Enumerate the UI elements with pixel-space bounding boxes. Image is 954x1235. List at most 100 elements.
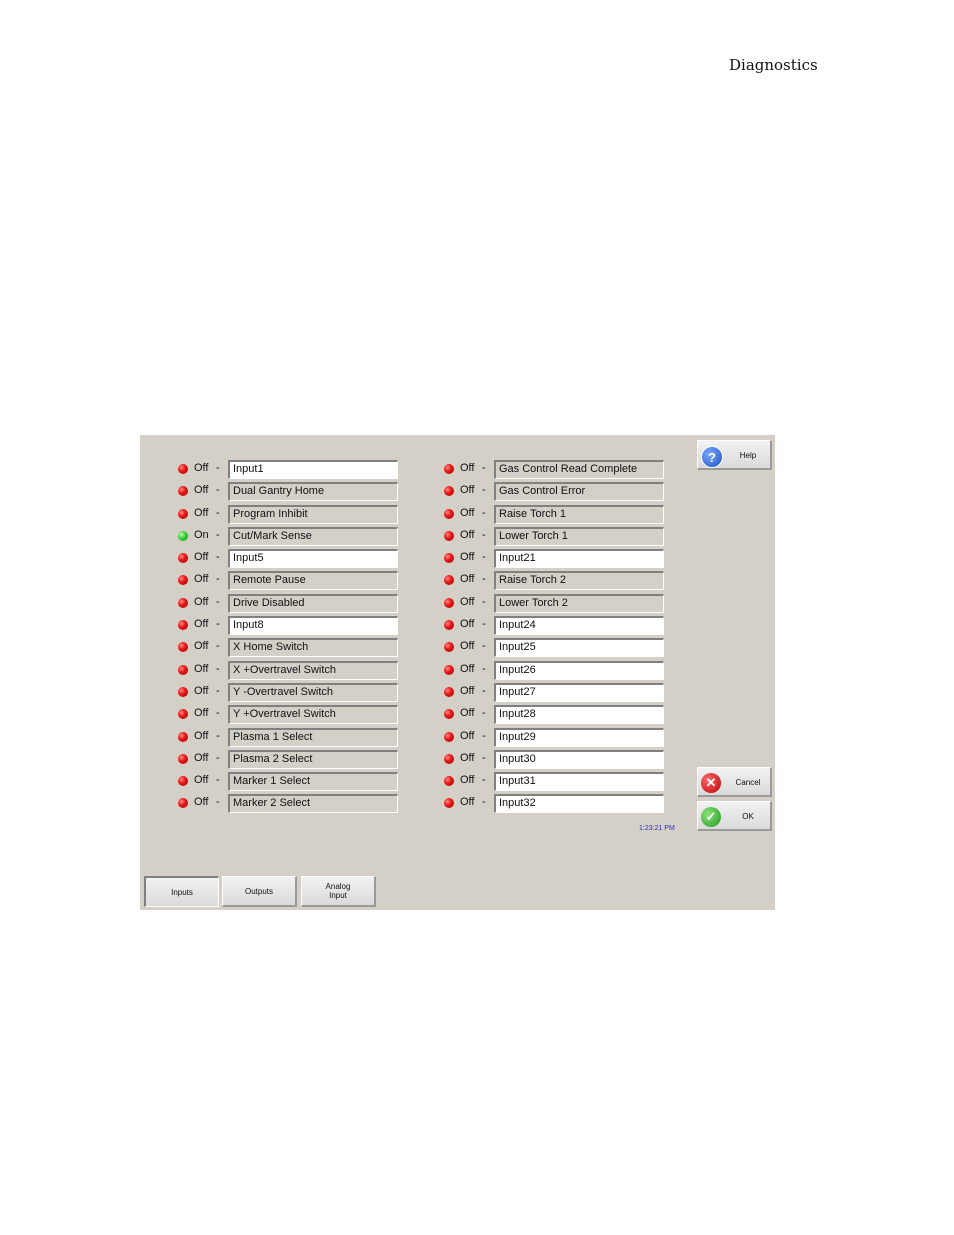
input-state: Off bbox=[194, 774, 209, 787]
input-state: Off bbox=[460, 729, 475, 742]
tab-inputs[interactable]: Inputs bbox=[144, 876, 219, 907]
separator-dash: - bbox=[216, 528, 220, 541]
input-name-readonly: Y -Overtravel Switch bbox=[228, 682, 398, 702]
tab-inputs-label: Inputs bbox=[171, 887, 193, 897]
separator-dash: - bbox=[216, 462, 220, 474]
input-name-field[interactable]: Input24 bbox=[494, 616, 664, 636]
input-state: Off bbox=[194, 684, 209, 697]
cancel-button[interactable]: ✕ Cancel bbox=[697, 767, 772, 797]
tab-outputs-label: Outputs bbox=[244, 886, 273, 896]
help-button[interactable]: ? Help bbox=[697, 440, 772, 470]
input-name-field[interactable]: Input32 bbox=[494, 794, 664, 814]
status-led-icon bbox=[444, 731, 454, 742]
status-led-icon bbox=[178, 530, 188, 541]
input-row: Off - Input24 bbox=[442, 615, 682, 637]
separator-dash: - bbox=[216, 551, 220, 564]
input-name-readonly: Dual Gantry Home bbox=[228, 482, 398, 502]
input-row: Off - Input31 bbox=[442, 771, 682, 793]
status-led-icon bbox=[444, 776, 454, 787]
input-state: Off bbox=[460, 796, 475, 809]
input-state: Off bbox=[460, 751, 475, 764]
input-name-readonly: X +Overtravel Switch bbox=[228, 660, 398, 680]
input-state: Off bbox=[460, 595, 475, 608]
status-led-icon bbox=[178, 709, 188, 720]
input-row: Off - X +Overtravel Switch bbox=[176, 660, 416, 682]
input-row: Off - Lower Torch 2 bbox=[442, 593, 682, 615]
separator-dash: - bbox=[482, 751, 486, 764]
status-led-icon bbox=[178, 508, 188, 519]
status-led-icon bbox=[444, 464, 454, 474]
separator-dash: - bbox=[482, 506, 486, 519]
input-name-field[interactable]: Input21 bbox=[494, 549, 664, 569]
separator-dash: - bbox=[482, 462, 486, 474]
status-led-icon bbox=[444, 798, 454, 809]
input-state: Off bbox=[460, 618, 475, 631]
status-led-icon bbox=[444, 753, 454, 764]
input-state: Off bbox=[460, 640, 475, 653]
input-row: Off - Plasma 2 Select bbox=[176, 749, 416, 771]
input-row: Off - Gas Control Error bbox=[442, 481, 682, 503]
status-led-icon bbox=[178, 553, 188, 564]
input-name-readonly: Plasma 1 Select bbox=[228, 727, 398, 747]
input-row: Off - Marker 2 Select bbox=[176, 793, 416, 815]
separator-dash: - bbox=[482, 484, 486, 497]
input-state: Off bbox=[460, 528, 475, 541]
separator-dash: - bbox=[216, 662, 220, 675]
input-name-readonly: Plasma 2 Select bbox=[228, 749, 398, 769]
separator-dash: - bbox=[482, 618, 486, 631]
input-name-field[interactable]: Input25 bbox=[494, 638, 664, 658]
separator-dash: - bbox=[216, 506, 220, 519]
input-name-readonly: X Home Switch bbox=[228, 638, 398, 658]
ok-button[interactable]: ✓ OK bbox=[697, 801, 772, 831]
input-state: Off bbox=[194, 484, 209, 497]
input-state: Off bbox=[460, 573, 475, 586]
input-state: Off bbox=[460, 684, 475, 697]
input-name-field[interactable]: Input29 bbox=[494, 727, 664, 747]
input-name-readonly: Cut/Mark Sense bbox=[228, 526, 398, 546]
input-name-readonly: Drive Disabled bbox=[228, 593, 398, 613]
input-state: Off bbox=[194, 506, 209, 519]
input-name-field[interactable]: Input1 bbox=[228, 460, 398, 479]
input-row: Off - Input25 bbox=[442, 637, 682, 659]
status-led-icon bbox=[178, 575, 188, 586]
input-row: Off - Input32 bbox=[442, 793, 682, 815]
status-led-icon bbox=[444, 664, 454, 675]
input-name-field[interactable]: Input26 bbox=[494, 660, 664, 680]
input-row: Off - Input30 bbox=[442, 749, 682, 771]
status-led-icon bbox=[444, 508, 454, 519]
input-column-right: Off - Gas Control Read Complete Off - Gas Con… bbox=[442, 459, 682, 816]
input-state: Off bbox=[460, 462, 475, 474]
input-name-readonly: Raise Torch 1 bbox=[494, 504, 664, 524]
status-led-icon bbox=[178, 731, 188, 742]
status-led-icon bbox=[178, 664, 188, 675]
separator-dash: - bbox=[216, 751, 220, 764]
input-row: Off - Input28 bbox=[442, 704, 682, 726]
input-row: Off - Input26 bbox=[442, 660, 682, 682]
status-led-icon bbox=[444, 686, 454, 697]
input-state: Off bbox=[460, 506, 475, 519]
clock-time: 1:23:21 PM bbox=[639, 825, 675, 832]
input-name-readonly: Marker 1 Select bbox=[228, 772, 398, 792]
separator-dash: - bbox=[482, 551, 486, 564]
input-name-field[interactable]: Input31 bbox=[494, 772, 664, 792]
input-name-field[interactable]: Input8 bbox=[228, 616, 398, 636]
separator-dash: - bbox=[482, 684, 486, 697]
separator-dash: - bbox=[216, 618, 220, 631]
input-row: Off - Input29 bbox=[442, 727, 682, 749]
status-led-icon bbox=[444, 486, 454, 497]
input-name-readonly: Program Inhibit bbox=[228, 504, 398, 524]
input-name-field[interactable]: Input5 bbox=[228, 549, 398, 569]
input-name-field[interactable]: Input27 bbox=[494, 682, 664, 702]
tab-analog-input[interactable]: Analog Input bbox=[301, 876, 376, 907]
input-name-field[interactable]: Input28 bbox=[494, 705, 664, 725]
input-name-field[interactable]: Input30 bbox=[494, 749, 664, 769]
status-led-icon bbox=[444, 530, 454, 541]
status-led-icon bbox=[178, 486, 188, 497]
input-state: Off bbox=[194, 618, 209, 631]
tab-outputs[interactable]: Outputs bbox=[222, 876, 297, 907]
separator-dash: - bbox=[216, 640, 220, 653]
status-led-icon bbox=[178, 642, 188, 653]
input-state: On bbox=[194, 528, 209, 541]
separator-dash: - bbox=[482, 595, 486, 608]
input-state: Off bbox=[460, 662, 475, 675]
